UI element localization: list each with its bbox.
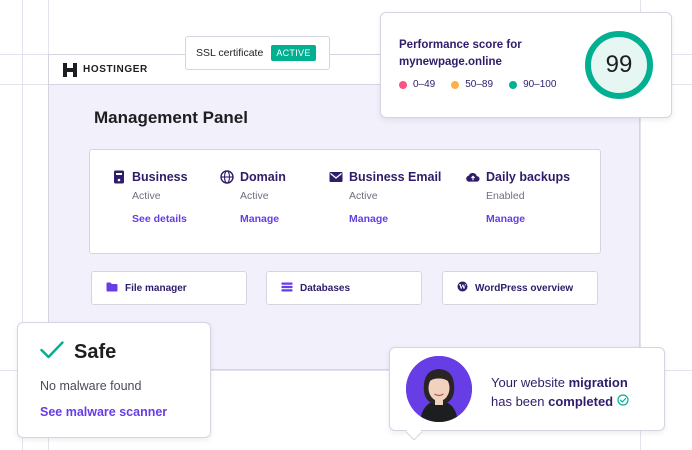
service-domain: Domain Active Manage	[220, 170, 286, 225]
service-business: Business Active See details	[112, 170, 188, 225]
legend-dot-poor	[399, 80, 407, 89]
service-name: Domain	[240, 170, 286, 184]
migration-message: Your website migration has been complete…	[491, 373, 629, 411]
page-title: Management Panel	[94, 108, 248, 127]
manage-backups-link[interactable]: Manage	[466, 213, 570, 225]
hostinger-logo-icon	[63, 62, 77, 77]
checkmark-icon	[40, 341, 64, 364]
performance-score-card: Performance score for mynewpage.online 0…	[380, 12, 672, 118]
migration-line1-text: Your website	[491, 375, 569, 390]
globe-www-icon	[220, 170, 234, 184]
service-status: Active	[240, 190, 269, 202]
legend-label: 50–89	[465, 79, 494, 90]
service-name: Business	[132, 170, 188, 184]
ssl-certificate-card: SSL certificate ACTIVE	[185, 36, 330, 70]
score-legend: 0–49 50–89 90–100	[399, 79, 556, 90]
legend-dot-average	[451, 80, 460, 89]
legend-item-good: 90–100	[509, 79, 556, 90]
wordpress-overview-button[interactable]: W WordPress overview	[442, 271, 598, 305]
completed-keyword: completed	[548, 394, 614, 409]
legend-label: 0–49	[413, 79, 436, 90]
databases-button[interactable]: Databases	[266, 271, 422, 305]
manage-domain-link[interactable]: Manage	[220, 213, 286, 225]
performance-title-line1: Performance score for	[399, 39, 522, 51]
svg-text:W: W	[459, 282, 467, 291]
folder-icon	[106, 282, 118, 295]
avatar	[406, 356, 472, 422]
server-icon	[112, 170, 126, 184]
logo-text: HOSTINGER	[83, 64, 148, 75]
service-status: Active	[349, 190, 378, 202]
speech-bubble-tail	[405, 423, 423, 441]
legend-dot-good	[509, 80, 518, 89]
tool-label: Databases	[300, 282, 351, 294]
check-circle-icon	[617, 392, 629, 411]
tool-label: File manager	[125, 282, 187, 294]
service-status: Active	[132, 190, 161, 202]
malware-scanner-link[interactable]: See malware scanner	[40, 405, 167, 419]
migration-notification: Your website migration has been complete…	[389, 347, 665, 441]
ssl-label: SSL certificate	[196, 47, 264, 59]
legend-item-poor: 0–49	[399, 79, 435, 90]
service-name: Daily backups	[486, 170, 571, 184]
performance-title: Performance score for mynewpage.online	[399, 37, 522, 71]
malware-status-card: Safe No malware found See malware scanne…	[17, 322, 211, 438]
legend-item-average: 50–89	[451, 79, 493, 90]
score-value: 99	[605, 51, 633, 78]
see-details-link[interactable]: See details	[112, 213, 188, 225]
ssl-status-badge: ACTIVE	[271, 45, 316, 61]
services-card: Business Active See details Domain Activ…	[89, 149, 601, 254]
manage-email-link[interactable]: Manage	[329, 213, 441, 225]
envelope-icon	[329, 170, 343, 184]
migration-keyword: migration	[568, 375, 628, 390]
migration-line2-text: has been	[491, 394, 549, 409]
cloud-upload-icon	[466, 170, 480, 184]
service-business-email: Business Email Active Manage	[329, 170, 441, 225]
malware-description: No malware found	[40, 379, 142, 393]
service-daily-backups: Daily backups Enabled Manage	[466, 170, 570, 225]
performance-domain: mynewpage.online	[399, 56, 502, 68]
database-icon	[281, 282, 293, 295]
tool-label: WordPress overview	[475, 282, 574, 294]
service-name: Business Email	[349, 170, 442, 184]
file-manager-button[interactable]: File manager	[91, 271, 247, 305]
legend-label: 90–100	[523, 79, 557, 90]
service-status: Enabled	[486, 190, 525, 202]
safe-title: Safe	[74, 341, 117, 363]
wordpress-icon: W	[457, 281, 468, 295]
